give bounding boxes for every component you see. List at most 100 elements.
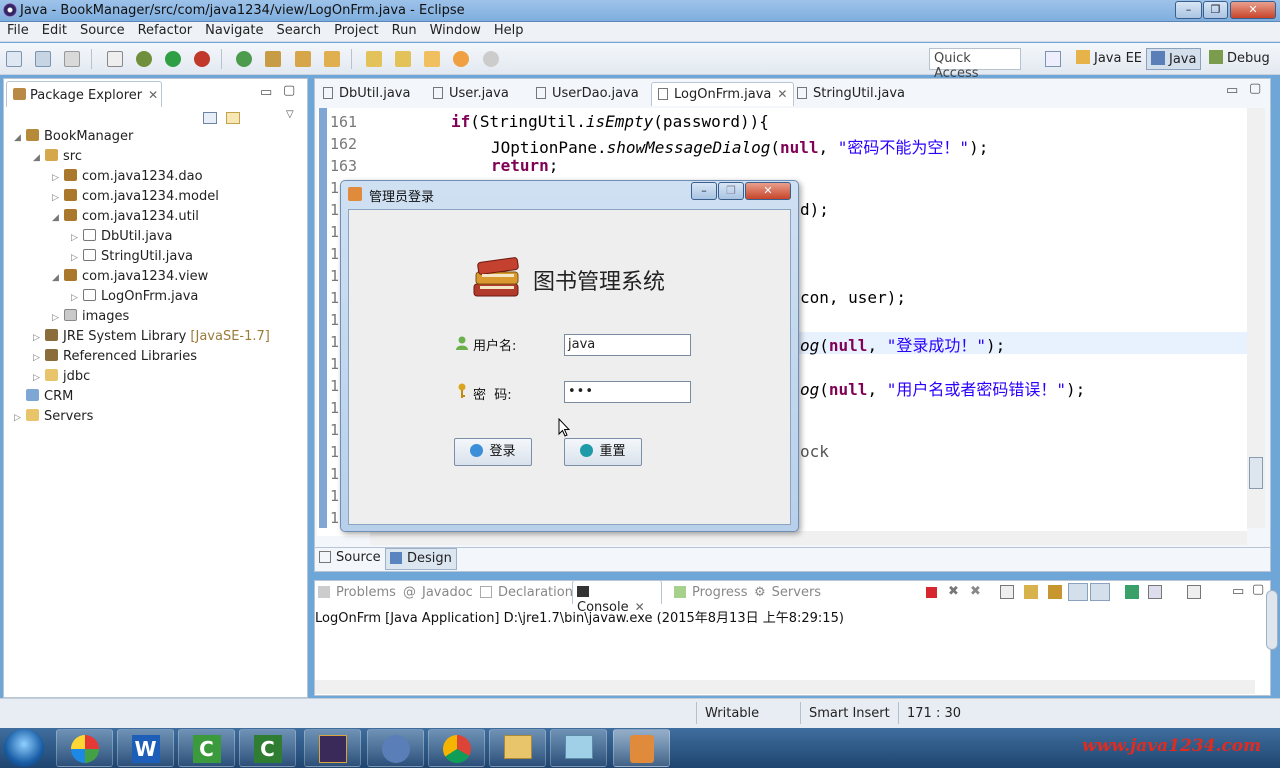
password-input[interactable]: •••: [564, 381, 691, 403]
editor-tab-stringutil[interactable]: StringUtil.java: [791, 82, 911, 106]
minimize-view-icon[interactable]: ▭: [1232, 584, 1244, 599]
tree-item-view[interactable]: ◢ com.java1234.view: [52, 269, 208, 284]
quick-access-input[interactable]: Quick Access: [929, 48, 1021, 81]
menu-source[interactable]: Source: [73, 22, 131, 38]
menu-project[interactable]: Project: [327, 22, 384, 38]
scroll-thumb[interactable]: [1249, 457, 1263, 489]
external-tools-icon[interactable]: [193, 51, 210, 67]
console-output-area[interactable]: [315, 626, 1255, 678]
console-horizontal-scrollbar[interactable]: [315, 680, 1255, 694]
tree-item-crm[interactable]: CRM: [14, 389, 73, 404]
menu-help[interactable]: Help: [487, 22, 530, 38]
tree-item-util[interactable]: ◢ com.java1234.util: [52, 209, 199, 224]
show-on-output-icon[interactable]: [1068, 583, 1088, 601]
close-button[interactable]: ✕: [1230, 1, 1276, 19]
forward-icon[interactable]: [482, 51, 499, 67]
open-perspective-icon[interactable]: [1045, 51, 1061, 67]
skip-breakpoints-icon[interactable]: [106, 51, 123, 67]
word-wrap-icon[interactable]: [1048, 585, 1062, 599]
new-class-icon[interactable]: [294, 51, 311, 67]
menu-run[interactable]: Run: [385, 22, 423, 38]
taskbar-eclipse-icon[interactable]: [304, 729, 361, 767]
minimize-view-icon[interactable]: ▭: [260, 85, 272, 100]
save-icon[interactable]: [35, 51, 52, 67]
maximize-button[interactable]: ❐: [1203, 1, 1228, 19]
close-view-icon[interactable]: ✕: [148, 88, 158, 102]
display-console-icon[interactable]: [1148, 585, 1162, 599]
clear-console-icon[interactable]: [1000, 585, 1014, 599]
new-java-project-icon[interactable]: [236, 51, 253, 67]
new-package-icon[interactable]: [265, 51, 282, 67]
taskbar-chrome-icon[interactable]: [428, 729, 485, 767]
editor-tab-user[interactable]: User.java: [427, 82, 515, 106]
show-on-error-icon[interactable]: [1090, 583, 1110, 601]
taskbar-app-icon[interactable]: [550, 729, 607, 767]
maximize-view-icon[interactable]: ▢: [283, 83, 295, 98]
editor-tab-logonfrm[interactable]: LogOnFrm.java ✕: [651, 82, 795, 106]
tree-item-servers[interactable]: ▷ Servers: [14, 409, 93, 424]
package-explorer-tab[interactable]: Package Explorer ✕: [6, 81, 162, 107]
dialog-close-button[interactable]: ✕: [745, 182, 791, 200]
tree-item-logonfrm[interactable]: ▷ LogOnFrm.java: [71, 289, 198, 304]
taskbar-mysql-icon[interactable]: [367, 729, 424, 767]
console-tab[interactable]: Console ✕: [572, 580, 662, 615]
remove-all-icon[interactable]: ✖: [970, 584, 981, 599]
collapse-all-icon[interactable]: [203, 112, 217, 124]
taskbar-camtasia-icon[interactable]: C: [178, 729, 235, 767]
tree-item-referenced-libraries[interactable]: ▷ Referenced Libraries: [33, 349, 197, 364]
print-icon[interactable]: [64, 51, 81, 67]
open-console-icon[interactable]: [1187, 585, 1201, 599]
perspective-java-ee[interactable]: Java EE: [1072, 48, 1146, 70]
username-input[interactable]: java: [564, 334, 691, 356]
tree-item-bookmanager[interactable]: ◢ BookManager: [14, 129, 133, 144]
next-annotation-icon[interactable]: [365, 51, 382, 67]
scroll-lock-icon[interactable]: [1024, 585, 1038, 599]
tree-item-model[interactable]: ▷ com.java1234.model: [52, 189, 219, 204]
tree-item-images[interactable]: ▷ images: [52, 309, 129, 324]
tree-item-dbutil[interactable]: ▷ DbUtil.java: [71, 229, 172, 244]
tree-item-jdbc[interactable]: ▷ jdbc: [33, 369, 90, 384]
source-tab[interactable]: Source: [319, 550, 381, 565]
declaration-tab[interactable]: Declaration: [480, 585, 573, 600]
view-menu-icon[interactable]: ▽: [286, 109, 294, 120]
tree-item-src[interactable]: ◢ src: [33, 149, 82, 164]
open-type-icon[interactable]: [323, 51, 340, 67]
editor-tab-userdao[interactable]: UserDao.java: [530, 82, 645, 106]
perspective-java[interactable]: Java: [1146, 48, 1202, 70]
back-icon[interactable]: [453, 51, 470, 67]
minimize-editor-icon[interactable]: ▭: [1226, 83, 1238, 98]
maximize-editor-icon[interactable]: ▢: [1249, 81, 1261, 96]
menu-search[interactable]: Search: [269, 22, 327, 38]
tree-item-stringutil[interactable]: ▷ StringUtil.java: [71, 249, 193, 264]
new-icon[interactable]: [6, 51, 22, 67]
dialog-maximize-button[interactable]: ❐: [718, 182, 744, 200]
terminate-icon[interactable]: [926, 587, 937, 598]
tree-item-dao[interactable]: ▷ com.java1234.dao: [52, 169, 203, 184]
previous-annotation-icon[interactable]: [395, 51, 412, 67]
design-tab[interactable]: Design: [385, 548, 457, 570]
menu-edit[interactable]: Edit: [35, 22, 73, 38]
link-with-editor-icon[interactable]: [226, 112, 240, 124]
horizontal-scrollbar[interactable]: [370, 531, 1247, 545]
progress-tab[interactable]: Progress: [674, 585, 747, 600]
last-edit-icon[interactable]: [424, 51, 441, 67]
perspective-debug[interactable]: Debug: [1205, 48, 1274, 70]
taskbar-camtasia-recorder-icon[interactable]: C: [239, 729, 296, 767]
pin-console-icon[interactable]: [1125, 585, 1139, 599]
servers-tab[interactable]: ⚙ Servers: [754, 585, 821, 600]
menu-window[interactable]: Window: [423, 22, 487, 38]
close-tab-icon[interactable]: ✕: [777, 87, 787, 101]
taskbar-explorer-icon[interactable]: [489, 729, 546, 767]
problems-tab[interactable]: Problems: [318, 585, 396, 600]
remove-launch-icon[interactable]: ✖: [948, 584, 959, 599]
console-vertical-scrollbar[interactable]: [1266, 590, 1278, 650]
editor-tab-dbutil[interactable]: DbUtil.java: [317, 82, 416, 106]
reset-button[interactable]: 重置: [564, 438, 642, 466]
run-icon[interactable]: [164, 51, 181, 67]
maximize-view-icon[interactable]: ▢: [1252, 582, 1264, 597]
taskbar-picasa-icon[interactable]: [56, 729, 113, 767]
dialog-minimize-button[interactable]: –: [691, 182, 717, 200]
start-button-icon[interactable]: [4, 729, 44, 767]
taskbar-word-icon[interactable]: W: [117, 729, 174, 767]
taskbar-java-icon[interactable]: [613, 729, 670, 767]
